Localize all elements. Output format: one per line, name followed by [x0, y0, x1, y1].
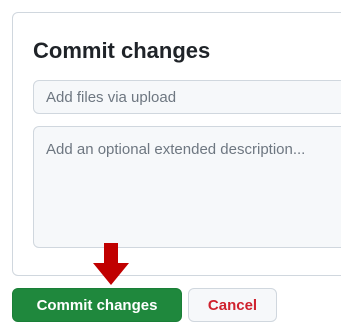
commit-summary-input[interactable]: [33, 80, 341, 114]
commit-panel: Commit changes: [12, 12, 341, 276]
down-arrow-icon: [93, 243, 129, 285]
cancel-button[interactable]: Cancel: [188, 288, 277, 322]
commit-changes-button[interactable]: Commit changes: [12, 288, 182, 322]
commit-title: Commit changes: [33, 38, 211, 63]
commit-dialog: Commit changes Commit changes Cancel: [0, 0, 341, 323]
commit-description-textarea[interactable]: [33, 126, 341, 248]
